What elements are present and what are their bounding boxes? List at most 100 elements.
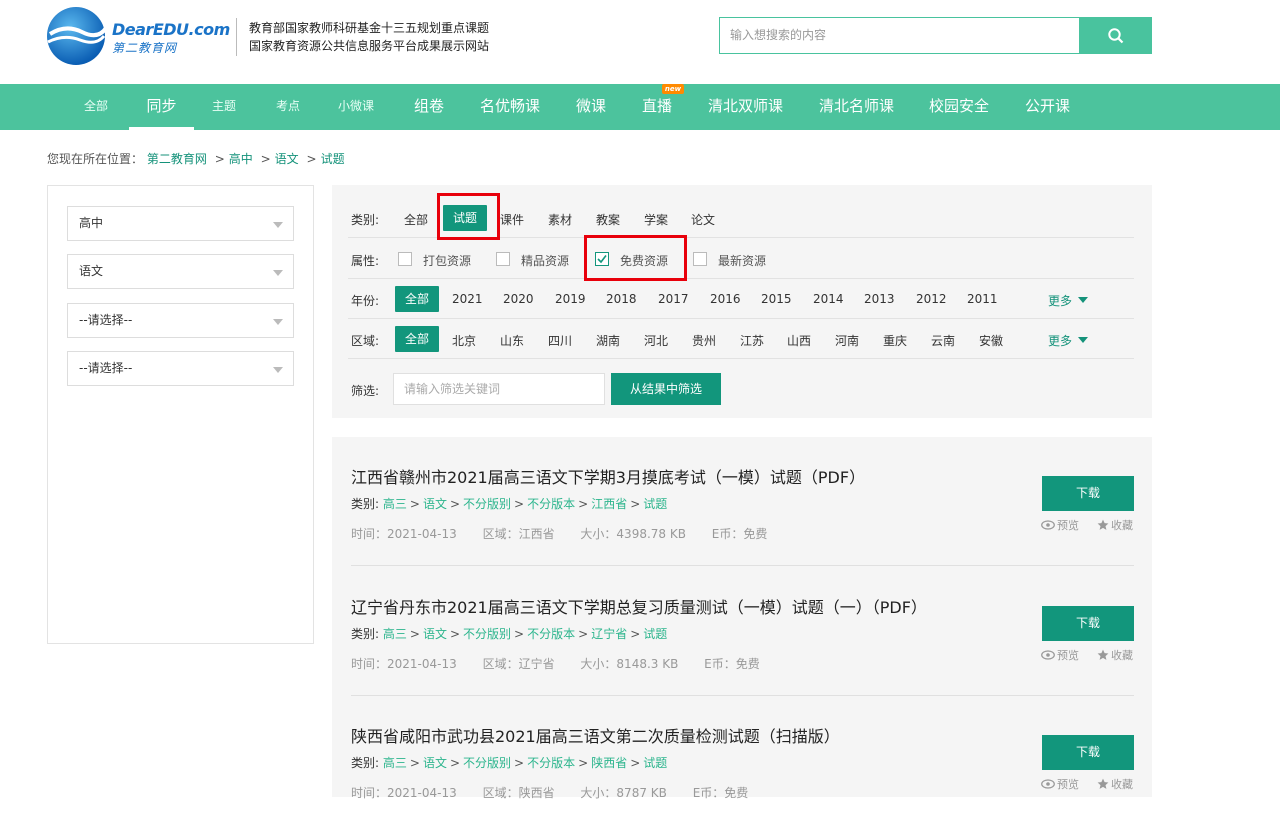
screen-results-button[interactable]: 从结果中筛选 bbox=[611, 373, 721, 405]
region-chongqing[interactable]: 重庆 bbox=[883, 332, 907, 349]
nav-item-dual-teacher[interactable]: 清北双师课 bbox=[708, 84, 783, 130]
cat-link[interactable]: 不分版别 bbox=[463, 497, 511, 511]
subject-select[interactable]: 语文 bbox=[67, 254, 294, 289]
year-2012[interactable]: 2012 bbox=[916, 292, 947, 306]
nav-item-exam-point[interactable]: 考点 bbox=[276, 84, 300, 130]
result-title[interactable]: 辽宁省丹东市2021届高三语文下学期总复习质量测试（一模）试题（一）（PDF） bbox=[351, 594, 927, 618]
download-button[interactable]: 下载 bbox=[1042, 735, 1134, 770]
breadcrumb: 您现在所在位置： 第二教育网 > 高中 > 语文 > 试题 bbox=[47, 150, 345, 167]
download-button[interactable]: 下载 bbox=[1042, 606, 1134, 641]
checkbox-package[interactable] bbox=[398, 252, 412, 266]
version-select[interactable]: --请选择-- bbox=[67, 303, 294, 338]
year-2014[interactable]: 2014 bbox=[813, 292, 844, 306]
region-henan[interactable]: 河南 bbox=[835, 332, 859, 349]
category-thesis[interactable]: 论文 bbox=[691, 211, 715, 228]
cat-link[interactable]: 不分版本 bbox=[527, 756, 575, 770]
nav-item-micro-course[interactable]: 微课 bbox=[576, 84, 606, 130]
nav-item-premium-course[interactable]: 名优畅课 bbox=[480, 84, 540, 130]
cat-link[interactable]: 试题 bbox=[643, 627, 667, 641]
region-sichuan[interactable]: 四川 bbox=[548, 332, 572, 349]
search-button[interactable] bbox=[1079, 17, 1152, 54]
region-yunnan[interactable]: 云南 bbox=[931, 332, 955, 349]
cat-sep: > bbox=[630, 627, 641, 641]
cat-link[interactable]: 江西省 bbox=[591, 497, 627, 511]
breadcrumb-subject[interactable]: 语文 bbox=[275, 152, 299, 166]
category-study-plan[interactable]: 学案 bbox=[644, 211, 668, 228]
favorite-link[interactable]: 收藏 bbox=[1097, 647, 1133, 663]
checkbox-premium[interactable] bbox=[496, 252, 510, 266]
result-time: 时间：2021-04-13 bbox=[351, 786, 457, 800]
region-shandong[interactable]: 山东 bbox=[500, 332, 524, 349]
preview-link[interactable]: 预览 bbox=[1041, 517, 1079, 533]
preview-link[interactable]: 预览 bbox=[1041, 776, 1079, 792]
row-divider bbox=[348, 358, 1134, 359]
cat-link[interactable]: 语文 bbox=[423, 627, 447, 641]
grade-select[interactable]: --请选择-- bbox=[67, 351, 294, 386]
level-select[interactable]: 高中 bbox=[67, 206, 294, 241]
cat-link[interactable]: 高三 bbox=[383, 627, 407, 641]
cat-link[interactable]: 高三 bbox=[383, 756, 407, 770]
year-2013[interactable]: 2013 bbox=[864, 292, 895, 306]
nav-item-campus-safety[interactable]: 校园安全 bbox=[929, 84, 989, 130]
year-2020[interactable]: 2020 bbox=[503, 292, 534, 306]
region-hebei[interactable]: 河北 bbox=[644, 332, 668, 349]
nav-item-compose[interactable]: 组卷 bbox=[414, 84, 444, 130]
category-courseware[interactable]: 课件 bbox=[500, 211, 524, 228]
region-all[interactable]: 全部 bbox=[395, 326, 439, 352]
year-2011[interactable]: 2011 bbox=[967, 292, 998, 306]
screen-keyword-input[interactable]: 请输入筛选关键词 bbox=[393, 373, 605, 405]
year-2021[interactable]: 2021 bbox=[452, 292, 483, 306]
favorite-link[interactable]: 收藏 bbox=[1097, 517, 1133, 533]
cat-link[interactable]: 辽宁省 bbox=[591, 627, 627, 641]
breadcrumb-home[interactable]: 第二教育网 bbox=[147, 152, 207, 166]
cat-link[interactable]: 试题 bbox=[643, 756, 667, 770]
cat-link[interactable]: 不分版本 bbox=[527, 497, 575, 511]
favorite-link[interactable]: 收藏 bbox=[1097, 776, 1133, 792]
category-all[interactable]: 全部 bbox=[404, 211, 428, 228]
region-more-button[interactable]: 更多 bbox=[1048, 332, 1089, 349]
cat-link[interactable]: 语文 bbox=[423, 497, 447, 511]
attribute-package[interactable]: 打包资源 bbox=[423, 252, 471, 269]
search-input[interactable]: 输入想搜索的内容 bbox=[719, 17, 1079, 54]
nav-item-mini-lesson[interactable]: 小微课 bbox=[338, 84, 374, 130]
category-material[interactable]: 素材 bbox=[548, 211, 572, 228]
result-title[interactable]: 江西省赣州市2021届高三语文下学期3月摸底考试（一模）试题（PDF） bbox=[351, 464, 865, 488]
category-lesson-plan[interactable]: 教案 bbox=[596, 211, 620, 228]
preview-link[interactable]: 预览 bbox=[1041, 647, 1079, 663]
year-2016[interactable]: 2016 bbox=[710, 292, 741, 306]
highlight-box-exam bbox=[437, 193, 500, 240]
cat-link[interactable]: 陕西省 bbox=[591, 756, 627, 770]
year-more-button[interactable]: 更多 bbox=[1048, 292, 1089, 309]
breadcrumb-type[interactable]: 试题 bbox=[321, 152, 345, 166]
cat-link[interactable]: 不分版别 bbox=[463, 756, 511, 770]
year-2017[interactable]: 2017 bbox=[658, 292, 689, 306]
cat-link[interactable]: 试题 bbox=[643, 497, 667, 511]
cat-link[interactable]: 不分版别 bbox=[463, 627, 511, 641]
download-button[interactable]: 下载 bbox=[1042, 476, 1134, 511]
nav-item-open-class[interactable]: 公开课 bbox=[1025, 84, 1070, 130]
nav-item-sync[interactable]: 同步 bbox=[129, 84, 194, 130]
cat-link[interactable]: 高三 bbox=[383, 497, 407, 511]
year-2019[interactable]: 2019 bbox=[555, 292, 586, 306]
breadcrumb-level[interactable]: 高中 bbox=[229, 152, 253, 166]
year-all[interactable]: 全部 bbox=[395, 286, 439, 312]
region-guizhou[interactable]: 贵州 bbox=[692, 332, 716, 349]
year-2015[interactable]: 2015 bbox=[761, 292, 792, 306]
caret-down-icon bbox=[1078, 297, 1089, 303]
attribute-latest[interactable]: 最新资源 bbox=[718, 252, 766, 269]
year-2018[interactable]: 2018 bbox=[606, 292, 637, 306]
region-shanxi[interactable]: 山西 bbox=[787, 332, 811, 349]
region-beijing[interactable]: 北京 bbox=[452, 332, 476, 349]
nav-item-all[interactable]: 全部 bbox=[84, 84, 108, 130]
region-jiangsu[interactable]: 江苏 bbox=[740, 332, 764, 349]
nav-item-theme[interactable]: 主题 bbox=[212, 84, 236, 130]
region-hunan[interactable]: 湖南 bbox=[596, 332, 620, 349]
cat-link[interactable]: 语文 bbox=[423, 756, 447, 770]
checkbox-latest[interactable] bbox=[693, 252, 707, 266]
attribute-premium[interactable]: 精品资源 bbox=[521, 252, 569, 269]
site-logo[interactable]: DearEDU.com 第二教育网 bbox=[46, 6, 236, 66]
nav-item-famous-teacher[interactable]: 清北名师课 bbox=[819, 84, 894, 130]
result-title[interactable]: 陕西省咸阳市武功县2021届高三语文第二次质量检测试题（扫描版） bbox=[351, 723, 840, 747]
cat-link[interactable]: 不分版本 bbox=[527, 627, 575, 641]
region-anhui[interactable]: 安徽 bbox=[979, 332, 1003, 349]
